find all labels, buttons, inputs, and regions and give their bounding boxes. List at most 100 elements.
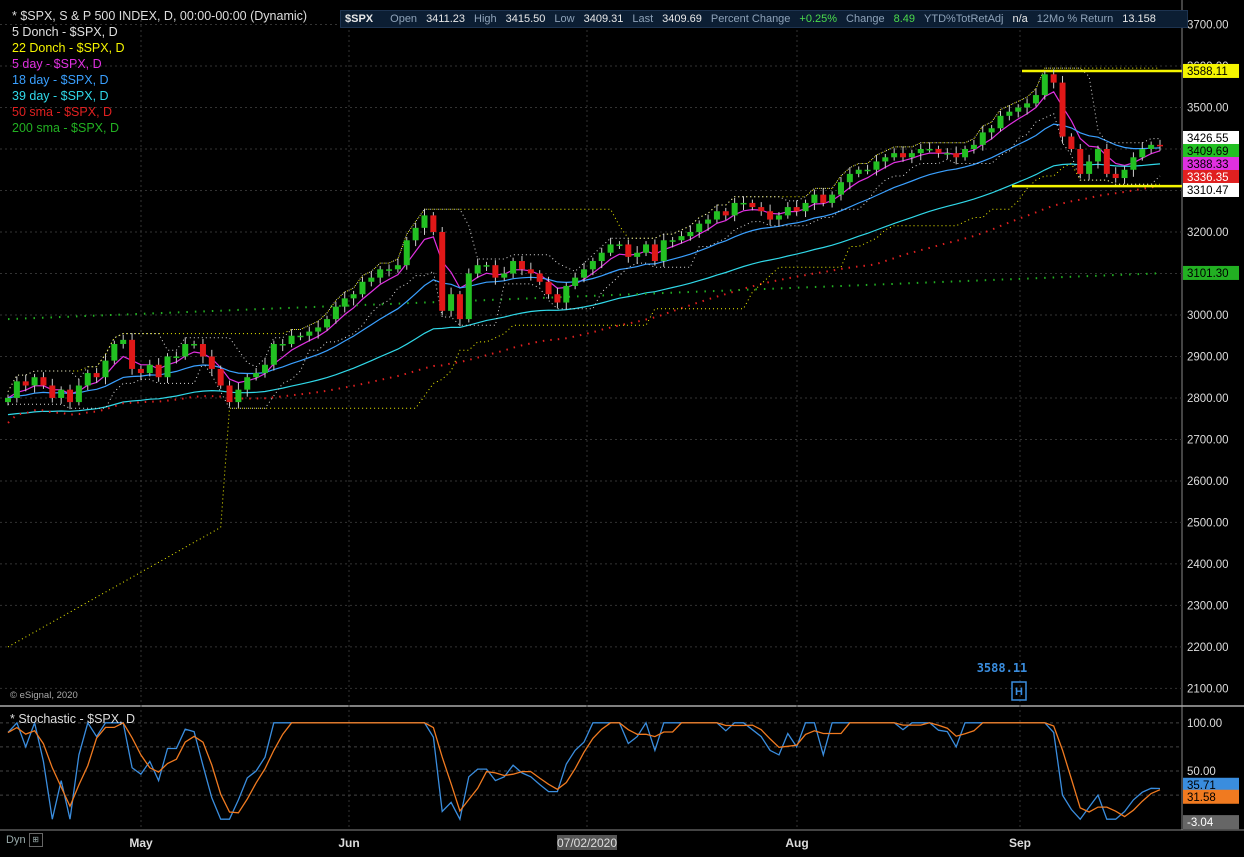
candle-body (377, 269, 384, 278)
candle-body (660, 240, 667, 262)
candle-body (554, 294, 561, 303)
indicator-legend: * $SPX, S & P 500 INDEX, D, 00:00-00:00 … (12, 8, 307, 136)
candle-body (341, 298, 348, 307)
candle-body (696, 223, 703, 232)
12mo-value: 13.158 (1122, 13, 1156, 25)
dyn-icon[interactable]: ⊞ (28, 833, 43, 847)
candle-body (84, 373, 91, 386)
legend-item-1: 5 Donch - $SPX, D (12, 25, 118, 39)
price-label: 3388.33 (1187, 159, 1229, 171)
pct-change-label: Percent Change (710, 13, 791, 25)
candle-body (758, 207, 765, 212)
candle-body (589, 261, 596, 270)
price-label: 3310.47 (1187, 185, 1229, 197)
candle-body (244, 377, 251, 390)
candle-body (1024, 103, 1031, 108)
stoch-tick: 50.00 (1187, 766, 1216, 778)
12mo-label: 12Mo % Return (1036, 13, 1114, 25)
candle-body (1157, 144, 1163, 147)
candle-body (324, 319, 331, 328)
candle-body (598, 252, 605, 262)
candle-body (705, 219, 712, 224)
x-tick-label: Aug (785, 836, 808, 850)
candle-body (1041, 74, 1048, 96)
candle-body (164, 356, 171, 378)
candle-body (900, 153, 907, 158)
candle-body (935, 149, 942, 154)
candle-body (970, 144, 977, 149)
candle-body (917, 149, 924, 154)
candle-body (713, 211, 720, 220)
candle-body (802, 202, 809, 212)
candle-body (279, 344, 286, 346)
y-tick-label: 3500.00 (1187, 103, 1229, 115)
high-marker-label: 3588.11 (977, 661, 1028, 675)
legend-item-6: 50 sma - $SPX, D (12, 105, 113, 119)
candle-body (421, 215, 428, 228)
change-value: 8.49 (893, 13, 916, 25)
candle-body (439, 231, 446, 311)
low-value: 3409.31 (583, 13, 624, 25)
ma-39-day (7, 163, 1161, 416)
candle-body (855, 169, 862, 174)
x-tick-label: May (129, 836, 153, 850)
stochastic-title: * Stochastic - $SPX, D (10, 712, 136, 726)
candle-body (820, 194, 827, 203)
y-tick-label: 2300.00 (1187, 600, 1229, 612)
candle-body (1068, 136, 1075, 149)
y-tick-label: 2700.00 (1187, 434, 1229, 446)
candle-body (261, 364, 268, 374)
price-label: 3588.11 (1187, 66, 1228, 78)
last-value: 3409.69 (662, 13, 702, 25)
candle-body (332, 306, 339, 320)
low-label: Low (554, 13, 575, 25)
candle-body (297, 335, 304, 338)
candle-body (270, 344, 277, 365)
candle-body (536, 273, 543, 282)
candle-body (226, 385, 233, 403)
legend-item-2: 22 Donch - $SPX, D (12, 41, 125, 55)
y-tick-label: 2500.00 (1187, 517, 1229, 529)
candle-body (155, 364, 162, 378)
y-tick-label: 2200.00 (1187, 642, 1229, 654)
candle-body (1130, 157, 1137, 170)
candle-body (173, 356, 180, 358)
stoch-label: 31.58 (1187, 792, 1216, 804)
stoch-label: -3.04 (1187, 817, 1214, 829)
candle-body (403, 240, 410, 266)
candle-body (1094, 149, 1101, 162)
price-label: 3426.55 (1187, 133, 1229, 145)
price-label: 3409.69 (1187, 146, 1229, 158)
candle-body (873, 161, 880, 170)
candle-body (572, 277, 579, 286)
stochastic-panel: 100.0050.0035.7131.58-3.04 (0, 718, 1239, 830)
high-marker-icon: H (1015, 686, 1023, 698)
last-label: Last (632, 13, 654, 25)
candle-body (722, 211, 729, 216)
dynamic-toggle[interactable]: Dyn ⊞ (6, 833, 43, 847)
candle-body (811, 194, 818, 203)
candle-body (5, 397, 11, 403)
candle-body (146, 364, 153, 374)
candle-body (518, 261, 525, 270)
donch-22-lower (7, 162, 1160, 648)
high-value: 3415.50 (505, 13, 546, 25)
candle-body (837, 182, 844, 195)
legend-item-5: 39 day - $SPX, D (12, 89, 109, 103)
candle-body (793, 207, 800, 212)
candle-body (882, 157, 889, 162)
candle-body (1032, 95, 1039, 104)
y-tick-label: 3200.00 (1187, 227, 1229, 239)
donch-5-lower (8, 113, 1161, 409)
candle-body (1086, 161, 1093, 174)
candle-body (448, 294, 455, 311)
candle-body (75, 385, 82, 403)
candle-body (191, 344, 198, 346)
candle-body (669, 240, 676, 242)
candle-body (120, 339, 127, 345)
candle-body (1077, 149, 1084, 174)
y-tick-label: 2400.00 (1187, 559, 1229, 571)
candle-body (288, 335, 295, 345)
candle-body (93, 373, 100, 378)
candle-body (235, 389, 242, 403)
